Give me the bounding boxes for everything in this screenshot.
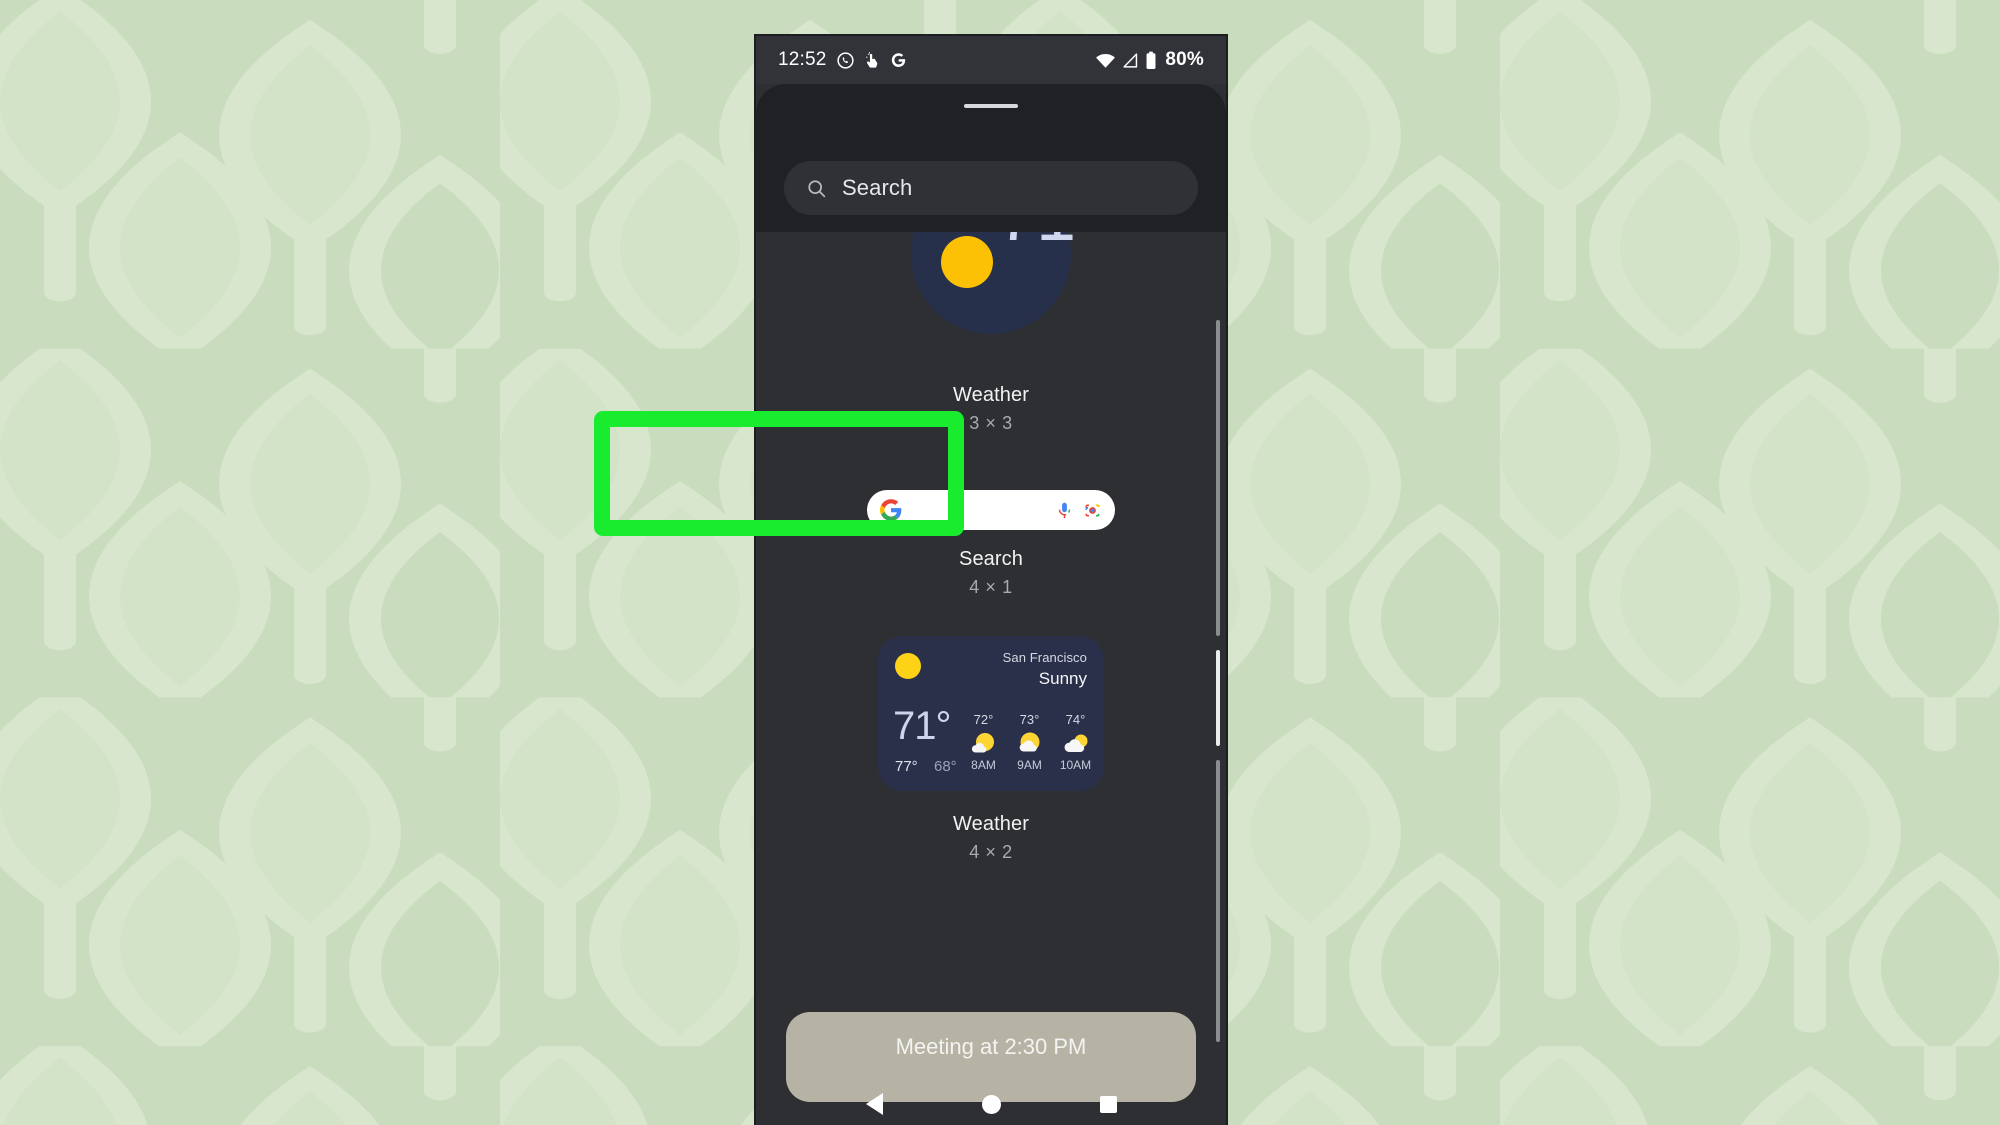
search-icon: [806, 178, 827, 199]
battery-icon: [1145, 51, 1157, 70]
battery-percent: 80%: [1165, 49, 1204, 70]
google-logo-icon: [880, 499, 902, 521]
weather-temperature: 71°: [893, 704, 951, 748]
whatsapp-icon: [836, 51, 855, 70]
weather-3x3-preview: 71°: [841, 232, 1141, 334]
navigation-bar: [756, 1083, 1226, 1125]
weather-city: San Francisco: [1002, 650, 1087, 665]
hourly-time: 8AM: [971, 758, 996, 772]
hourly-item: 74° 10AM: [1059, 712, 1092, 772]
phone-screen: 12:52 80% Search Weather 3 × 3 Search 4 …: [756, 36, 1226, 1125]
weather-circle: 71°: [911, 232, 1104, 334]
scrollbar-track[interactable]: [1216, 320, 1220, 636]
scrollbar-track[interactable]: [1216, 760, 1220, 1042]
sheet-grabber-handle[interactable]: [964, 104, 1018, 108]
status-bar: 12:52 80%: [756, 36, 1226, 84]
widget-list-scroll-area[interactable]: 71° Weather 3 × 3: [756, 232, 1226, 1125]
widget-title: Weather: [953, 384, 1029, 406]
sun-cloud-icon: [1016, 731, 1044, 755]
weather-card-preview: San Francisco Sunny 71° 77° 68° 72° 8AM …: [878, 636, 1104, 791]
widget-preview-weather-4x2[interactable]: San Francisco Sunny 71° 77° 68° 72° 8AM …: [756, 636, 1226, 936]
hourly-time: 10AM: [1059, 758, 1092, 772]
hourly-temp: 72°: [973, 712, 994, 727]
google-search-pill-preview[interactable]: [867, 490, 1115, 530]
widget-title: Search: [959, 548, 1023, 570]
widget-preview-search-4x1[interactable]: Search 4 × 1: [756, 480, 1226, 616]
status-time: 12:52: [778, 49, 827, 70]
widget-title: Weather: [953, 813, 1029, 835]
signal-icon: [1122, 52, 1139, 69]
weather-condition: Sunny: [1038, 669, 1087, 688]
microphone-icon[interactable]: [1055, 501, 1074, 520]
search-input[interactable]: Search: [784, 161, 1198, 215]
widget-preview-weather-3x3[interactable]: 71° Weather 3 × 3: [756, 232, 1226, 468]
widget-picker-sheet: Search 71° Weather 3 × 3: [756, 84, 1226, 1125]
search-placeholder: Search: [842, 175, 913, 200]
hourly-item: 72° 8AM: [967, 712, 1000, 772]
sun-icon: [895, 653, 921, 679]
hand-touch-icon: [864, 51, 881, 70]
widget-size: 3 × 3: [969, 413, 1013, 433]
sun-icon: [941, 236, 993, 288]
google-g-icon: [890, 52, 907, 69]
google-lens-icon[interactable]: [1083, 501, 1102, 520]
cloud-sun-icon: [1062, 731, 1090, 755]
weather-low: 68°: [934, 758, 957, 775]
widget-size: 4 × 1: [969, 577, 1013, 597]
wifi-icon: [1095, 52, 1116, 69]
widget-size: 4 × 2: [969, 842, 1013, 862]
sun-small-cloud-icon: [970, 731, 998, 755]
recents-icon[interactable]: [1099, 1095, 1117, 1113]
hourly-item: 73° 9AM: [1013, 712, 1046, 772]
weather-hourly-forecast: 72° 8AM 73° 9AM 74° 10AM: [967, 712, 1092, 772]
hourly-temp: 74°: [1065, 712, 1086, 727]
scrollbar-thumb[interactable]: [1216, 650, 1220, 746]
back-icon[interactable]: [865, 1093, 883, 1115]
home-icon[interactable]: [981, 1094, 1001, 1114]
hourly-temp: 73°: [1019, 712, 1040, 727]
weather-3x3-temperature: 71°: [997, 232, 1104, 252]
hourly-time: 9AM: [1017, 758, 1042, 772]
weather-high: 77°: [895, 758, 918, 775]
